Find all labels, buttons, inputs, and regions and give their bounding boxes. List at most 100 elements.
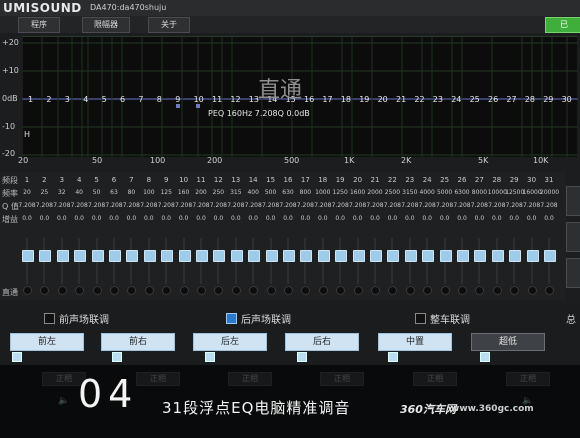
band-marker-label: 2 — [46, 95, 51, 104]
band-fader-knob[interactable] — [91, 250, 104, 262]
menu-program-button[interactable]: 程序 — [18, 17, 60, 33]
y-label: -20 — [2, 149, 16, 158]
bypass-toggle[interactable] — [440, 286, 450, 295]
bypass-toggle[interactable] — [231, 286, 241, 295]
menu-about-button[interactable]: 关于 — [148, 17, 190, 33]
band-gain-value: 0.0 — [387, 215, 398, 222]
bypass-toggle[interactable] — [92, 286, 102, 295]
band-fader-knob[interactable] — [300, 250, 313, 262]
channel-center-button[interactable]: 中置 — [378, 333, 452, 351]
band-marker-label: 24 — [451, 95, 461, 104]
menu-limiter-button[interactable]: 限幅器 — [82, 17, 130, 33]
band-number: 13 — [231, 176, 241, 184]
band-fader-knob[interactable] — [161, 250, 174, 262]
band-fader-knob[interactable] — [109, 250, 121, 262]
band-fader-knob[interactable] — [491, 250, 504, 262]
band-frequency: 200 — [195, 189, 207, 196]
bypass-toggle[interactable] — [57, 286, 67, 295]
band-fader-knob[interactable] — [544, 250, 556, 262]
channel-fader-knob[interactable] — [388, 352, 398, 362]
channel-fader-knob[interactable] — [205, 352, 215, 362]
band-fader-knob[interactable] — [126, 250, 139, 262]
channel-front-right-button[interactable]: 前右 — [101, 333, 175, 351]
title-bar: UMISOUND DA470:da470shuju — [0, 0, 580, 16]
channel-fader-knob[interactable] — [112, 352, 122, 362]
bypass-toggle[interactable] — [179, 286, 189, 295]
band-gain-value: 0.0 — [57, 215, 67, 222]
bypass-toggle[interactable] — [284, 286, 293, 295]
bypass-toggle[interactable] — [458, 286, 467, 295]
channel-front-left-button[interactable]: 前左 — [10, 333, 84, 351]
band-gain-value: 0.0 — [248, 215, 258, 222]
band-fader-knob[interactable] — [457, 250, 469, 262]
channel-fader-knob[interactable] — [480, 352, 490, 362]
bypass-toggle[interactable] — [110, 286, 119, 295]
band-fader-knob[interactable] — [526, 250, 539, 262]
band-fader-knob[interactable] — [213, 250, 226, 262]
band-marker-label: 22 — [414, 95, 424, 104]
band-fader-knob[interactable] — [248, 250, 261, 262]
checkbox-box[interactable] — [44, 313, 55, 324]
side-button-top[interactable] — [566, 186, 580, 216]
band-fader-knob[interactable] — [317, 250, 330, 262]
band-gain-value: 0.0 — [526, 215, 537, 222]
y-label: +10 — [2, 66, 19, 75]
channel-subwoofer-button[interactable]: 超低 — [471, 333, 545, 351]
band-fader-knob[interactable] — [404, 250, 417, 262]
front-link-checkbox[interactable]: 前声场联调 — [44, 311, 109, 326]
band-fader-knob[interactable] — [39, 250, 52, 262]
band-fader-knob[interactable] — [387, 250, 400, 262]
checkbox-label: 后声场联调 — [241, 315, 291, 326]
bypass-toggle[interactable] — [266, 286, 276, 295]
band-fader-knob[interactable] — [509, 250, 522, 262]
band-fader-knob[interactable] — [143, 250, 156, 262]
connect-button[interactable]: 已 — [545, 17, 580, 33]
band-frequency: 6300 — [454, 189, 470, 196]
bypass-toggle[interactable] — [318, 286, 328, 295]
band-fader-knob[interactable] — [230, 250, 243, 262]
band-q-value: 7.208 — [401, 202, 419, 209]
band-frequency: 250 — [212, 189, 225, 196]
band-number: 23 — [405, 176, 415, 184]
band-number: 14 — [248, 176, 258, 184]
band-fader-knob[interactable] — [74, 250, 87, 262]
band-fader-knob[interactable] — [370, 250, 382, 262]
x-label: 5K — [478, 156, 489, 165]
band-fader-knob[interactable] — [422, 250, 435, 262]
checkbox-box[interactable] — [226, 313, 237, 324]
band-fader-knob[interactable] — [335, 250, 348, 262]
channel-rear-right-button[interactable]: 后右 — [285, 333, 359, 351]
band-fader-knob[interactable] — [474, 250, 487, 262]
bypass-toggle[interactable] — [545, 286, 554, 295]
bypass-toggle[interactable] — [527, 286, 537, 295]
band-fader-knob[interactable] — [178, 250, 191, 262]
band-q-value: 7.208 — [540, 202, 558, 209]
checkbox-box[interactable] — [415, 313, 426, 324]
band-frequency: 50 — [92, 189, 101, 196]
band-point[interactable] — [176, 104, 180, 108]
band-fader-knob[interactable] — [352, 250, 365, 262]
channel-fader-knob[interactable] — [12, 352, 22, 362]
bypass-toggle[interactable] — [492, 286, 502, 295]
rear-link-checkbox[interactable]: 后声场联调 — [226, 311, 291, 326]
band-fader-knob[interactable] — [196, 250, 208, 262]
band-fader-knob[interactable] — [265, 250, 278, 262]
band-fader-knob[interactable] — [56, 250, 69, 262]
channel-fader-knob[interactable] — [297, 352, 307, 362]
band-fader-knob[interactable] — [439, 250, 452, 262]
whole-car-link-checkbox[interactable]: 整车联调 — [415, 311, 470, 326]
band-point[interactable] — [196, 104, 200, 108]
bypass-toggle[interactable] — [371, 286, 380, 295]
band-fader-knob[interactable] — [22, 250, 34, 262]
band-marker-label: 28 — [525, 95, 535, 104]
band-fader-knob[interactable] — [283, 250, 295, 262]
bypass-toggle[interactable] — [23, 286, 32, 295]
side-button-middle[interactable] — [566, 222, 580, 252]
side-button-bottom[interactable] — [566, 258, 580, 288]
bypass-toggle[interactable] — [353, 286, 363, 295]
graph-x-axis: 20 50 100 200 500 1K 2K 5K 10K — [18, 156, 578, 166]
bypass-toggle[interactable] — [405, 286, 415, 295]
channel-rear-left-button[interactable]: 后左 — [193, 333, 267, 351]
bypass-toggle[interactable] — [197, 286, 206, 295]
bypass-toggle[interactable] — [144, 286, 154, 295]
